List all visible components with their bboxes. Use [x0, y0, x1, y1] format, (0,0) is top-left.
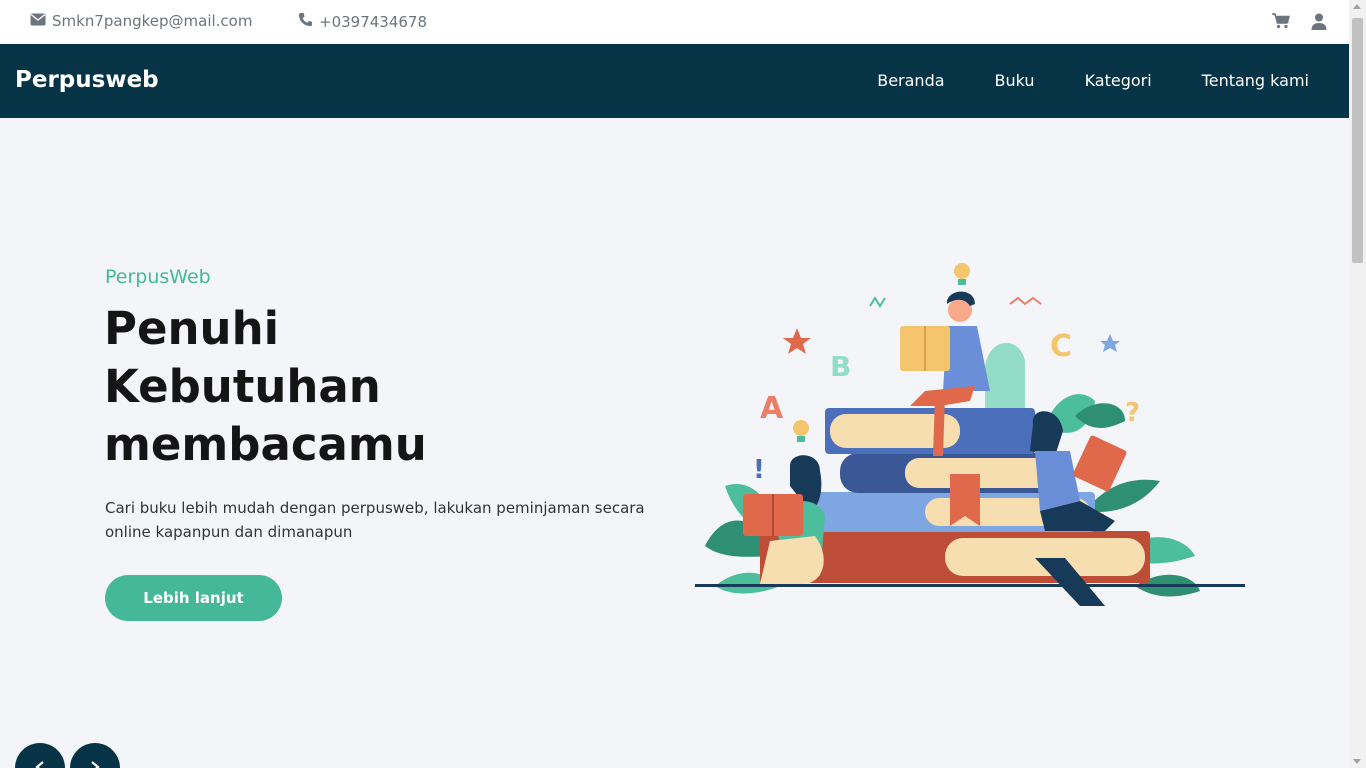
top-contact-bar: Smkn7pangkep@mail.com +0397434678 — [0, 0, 1349, 44]
hero-description: Cari buku lebih mudah dengan perpusweb, … — [105, 499, 645, 541]
svg-text:?: ? — [1125, 398, 1140, 428]
scroll-up-arrow[interactable] — [1353, 4, 1361, 9]
carousel-prev-button[interactable] — [15, 743, 65, 768]
nav-menu: Beranda Buku Kategori Tentang kami — [877, 71, 1309, 90]
svg-text:A: A — [760, 391, 784, 426]
main-navbar: Perpusweb Beranda Buku Kategori Tentang … — [0, 44, 1349, 118]
hero-headline: Penuhi Kebutuhan membacamu — [104, 302, 427, 471]
user-icon[interactable] — [1309, 11, 1329, 31]
chevron-left-icon — [34, 758, 46, 768]
chevron-right-icon — [89, 758, 101, 768]
nav-link-tentang-kami[interactable]: Tentang kami — [1202, 71, 1309, 90]
svg-text:B: B — [830, 350, 851, 383]
learn-more-button[interactable]: Lebih lanjut — [105, 575, 282, 621]
contact-phone[interactable]: +0397434678 — [298, 12, 427, 31]
carousel-next-button[interactable] — [70, 743, 120, 768]
svg-text:!: ! — [753, 455, 765, 485]
scroll-thumb[interactable] — [1352, 18, 1363, 263]
hero-eyebrow: PerpusWeb — [105, 266, 211, 288]
reading-illustration: A B C ? ! — [685, 256, 1255, 636]
scroll-down-arrow[interactable] — [1353, 759, 1361, 764]
contact-phone-text: +0397434678 — [319, 12, 428, 31]
contact-email[interactable]: Smkn7pangkep@mail.com — [30, 12, 252, 30]
page-scrollbar[interactable] — [1349, 0, 1366, 768]
hero-section: PerpusWeb Penuhi Kebutuhan membacamu Car… — [0, 118, 1349, 768]
brand-logo[interactable]: Perpusweb — [15, 67, 159, 93]
nav-link-buku[interactable]: Buku — [995, 71, 1035, 90]
nav-link-beranda[interactable]: Beranda — [877, 71, 944, 90]
envelope-icon — [30, 12, 46, 30]
phone-icon — [298, 12, 313, 31]
cart-icon[interactable] — [1271, 11, 1291, 31]
svg-text:C: C — [1050, 329, 1072, 364]
contact-email-text: Smkn7pangkep@mail.com — [52, 12, 253, 30]
nav-link-kategori[interactable]: Kategori — [1085, 71, 1152, 90]
